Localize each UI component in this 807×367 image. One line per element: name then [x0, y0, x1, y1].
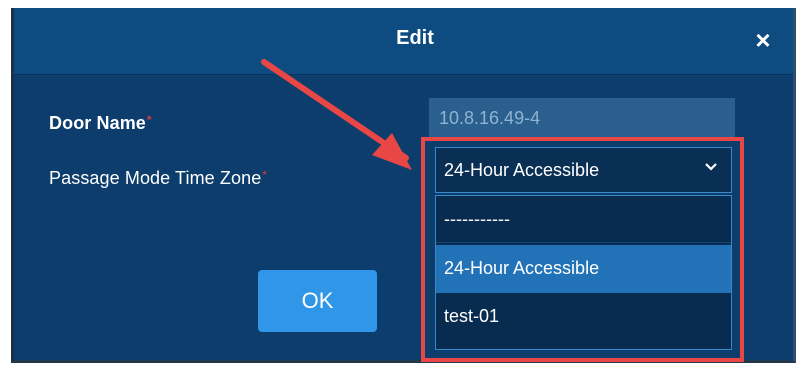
door-name-label-text: Door Name	[49, 113, 146, 133]
dropdown-option-test-01[interactable]: test-01	[436, 293, 731, 342]
passage-mode-label: Passage Mode Time Zone*	[49, 168, 267, 189]
dialog-title: Edit	[396, 27, 434, 49]
passage-mode-label-text: Passage Mode Time Zone	[49, 168, 262, 188]
door-name-label: Door Name*	[49, 113, 152, 134]
close-button[interactable]: ×	[751, 25, 775, 55]
edit-dialog: Edit × Door Name* Passage Mode Time Zone…	[11, 8, 796, 363]
close-icon: ×	[755, 25, 771, 55]
page: Edit × Door Name* Passage Mode Time Zone…	[0, 0, 807, 367]
selected-value: 24-Hour Accessible	[444, 160, 600, 180]
dropdown-option-empty[interactable]: -----------	[436, 196, 731, 243]
dropdown-option-24-hour[interactable]: 24-Hour Accessible	[436, 245, 731, 293]
ok-button[interactable]: OK	[258, 270, 377, 332]
chevron-down-icon	[705, 163, 717, 171]
required-marker: *	[262, 168, 268, 182]
passage-mode-select[interactable]: 24-Hour Accessible	[435, 147, 732, 193]
passage-mode-dropdown: ----------- 24-Hour Accessible test-01	[435, 195, 732, 350]
required-marker: *	[146, 113, 152, 127]
door-name-input[interactable]	[429, 98, 735, 138]
